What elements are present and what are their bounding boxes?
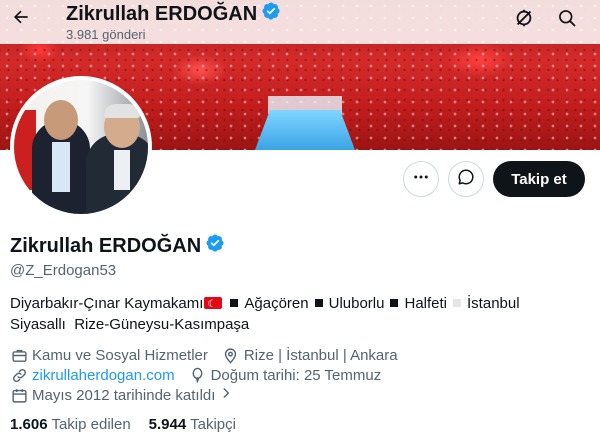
following-stat[interactable]: 1.606 Takip edilen: [10, 416, 131, 433]
square-bullet-icon: [390, 299, 399, 308]
profile-website-link[interactable]: zikrullaherdogan.com: [32, 367, 175, 384]
search-button[interactable]: [553, 6, 581, 34]
chevron-right-icon[interactable]: [219, 386, 233, 404]
message-icon: [457, 168, 475, 191]
notifications-off-icon: [513, 7, 535, 34]
more-icon: [412, 168, 430, 191]
profile-bio: Diyarbakır-Çınar Kaymakamı Ağaçören Ulubor…: [10, 293, 590, 335]
back-arrow-icon: [11, 7, 31, 32]
bio-item: Halfeti: [404, 295, 448, 312]
calendar-icon: [10, 386, 28, 404]
post-count: 3.981 gönderi: [66, 27, 146, 42]
avatar-person-left-shirt: [52, 142, 70, 192]
top-header-bar: Zikrullah ERDOĞAN 3.981 gönderi: [0, 0, 600, 44]
message-button[interactable]: [448, 161, 484, 197]
followers-count: 5.944: [148, 416, 187, 433]
more-button[interactable]: [403, 161, 439, 197]
profile-joined[interactable]: Mayıs 2012 tarihinde katıldı: [32, 387, 215, 404]
follow-button[interactable]: Takip et: [493, 161, 585, 197]
meta-row-2: zikrullaherdogan.com Doğum tarihi: 25 Te…: [10, 366, 381, 384]
profile-name: Zikrullah ERDOĞAN: [10, 233, 225, 259]
square-bullet-icon: [230, 299, 239, 308]
profile-location: Rize | İstanbul | Ankara: [243, 346, 398, 364]
header-title: Zikrullah ERDOĞAN: [66, 1, 281, 27]
verified-badge-icon[interactable]: [205, 233, 225, 259]
briefcase-icon: [10, 346, 28, 364]
avatar-person-right-shirt: [114, 150, 130, 190]
following-label: Takip edilen: [51, 416, 131, 433]
profile-avatar[interactable]: [10, 76, 152, 218]
turkey-flag-icon: [204, 294, 223, 315]
notifications-off-button[interactable]: [510, 6, 538, 34]
bio-item: Uluborlu: [328, 295, 385, 312]
meta-row-1: Kamu ve Sosyal Hizmetler Rize | İstanbul…: [10, 346, 398, 364]
search-icon: [557, 8, 577, 33]
following-count: 1.606: [10, 416, 48, 433]
back-button[interactable]: [6, 4, 36, 34]
square-bullet-light-icon: [453, 299, 462, 308]
square-bullet-icon: [314, 299, 323, 308]
avatar-person-right-hair: [104, 104, 140, 118]
banner-stage: [255, 110, 355, 150]
meta-row-3: Mayıs 2012 tarihinde katıldı: [10, 386, 233, 404]
followers-stat[interactable]: 5.944 Takipçi: [149, 416, 236, 433]
profile-category: Kamu ve Sosyal Hizmetler: [32, 346, 208, 364]
follow-stats: 1.606 Takip edilen 5.944 Takipçi: [10, 416, 236, 433]
location-icon: [222, 346, 240, 364]
profile-birthday: Doğum tarihi: 25 Temmuz: [210, 366, 382, 384]
profile-name-text: Zikrullah ERDOĞAN: [10, 234, 202, 257]
verified-badge-icon: [261, 1, 281, 27]
bio-title: Diyarbakır-Çınar Kaymakamı: [10, 295, 204, 312]
bio-item: Ağaçören: [244, 295, 309, 312]
header-name-text: Zikrullah ERDOĞAN: [66, 2, 258, 25]
profile-handle: @Z_Erdogan53: [10, 262, 117, 279]
bio-line2: Siyasallı Rize-Güneysu-Kasımpaşa: [10, 316, 250, 333]
balloon-icon: [189, 366, 207, 384]
link-icon: [10, 366, 28, 384]
bio-item: İstanbul: [467, 295, 520, 312]
avatar-person-left-head: [44, 100, 78, 140]
followers-label: Takipçi: [190, 416, 236, 433]
